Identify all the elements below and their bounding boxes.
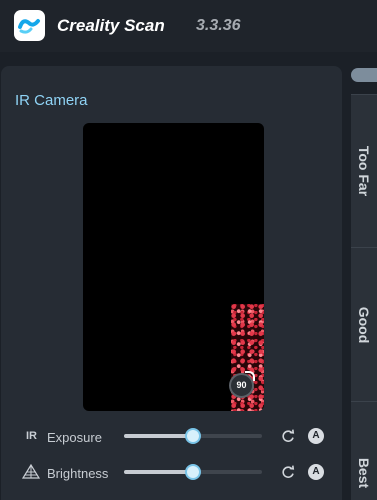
distance-too-far-label: Too Far: [356, 145, 372, 197]
distance-best: Best: [351, 401, 377, 500]
title-bar: Creality Scan 3.3.36: [0, 0, 377, 52]
distance-good: Good: [351, 247, 377, 401]
brightness-refresh-icon[interactable]: [281, 465, 295, 479]
exposure-auto-button[interactable]: A: [308, 428, 324, 444]
distance-too-far: Too Far: [351, 94, 377, 247]
ir-icon: IR: [26, 430, 37, 442]
app-version: 3.3.36: [196, 17, 241, 34]
brightness-auto-button[interactable]: A: [308, 464, 324, 480]
exposure-slider-thumb[interactable]: [187, 430, 199, 442]
brightness-slider-fill: [124, 470, 193, 474]
app-name: Creality Scan: [57, 16, 165, 35]
exposure-slider[interactable]: [124, 430, 262, 442]
brightness-slider-thumb[interactable]: [187, 466, 199, 478]
creality-scan-logo-icon: [14, 10, 45, 41]
ir-camera-view: [83, 123, 264, 411]
brightness-pyramid-icon: [22, 464, 40, 479]
rotate-90-icon: [245, 371, 255, 381]
distance-rail-header: [351, 68, 377, 82]
brightness-slider[interactable]: [124, 466, 262, 478]
rotate-90-label: 90: [236, 380, 247, 390]
app-window: Creality Scan 3.3.36 IR Camera 90 IR Exp…: [0, 0, 377, 500]
distance-good-label: Good: [356, 306, 372, 343]
rotate-90-button[interactable]: 90: [229, 371, 255, 398]
distance-best-label: Best: [356, 457, 372, 488]
exposure-slider-fill: [124, 434, 193, 438]
exposure-refresh-icon[interactable]: [281, 429, 295, 443]
exposure-label: Exposure: [47, 430, 102, 445]
brightness-label: Brightness: [47, 466, 109, 481]
distance-rail: Too Far Good Best: [351, 66, 377, 500]
panel-title: IR Camera: [15, 92, 88, 109]
